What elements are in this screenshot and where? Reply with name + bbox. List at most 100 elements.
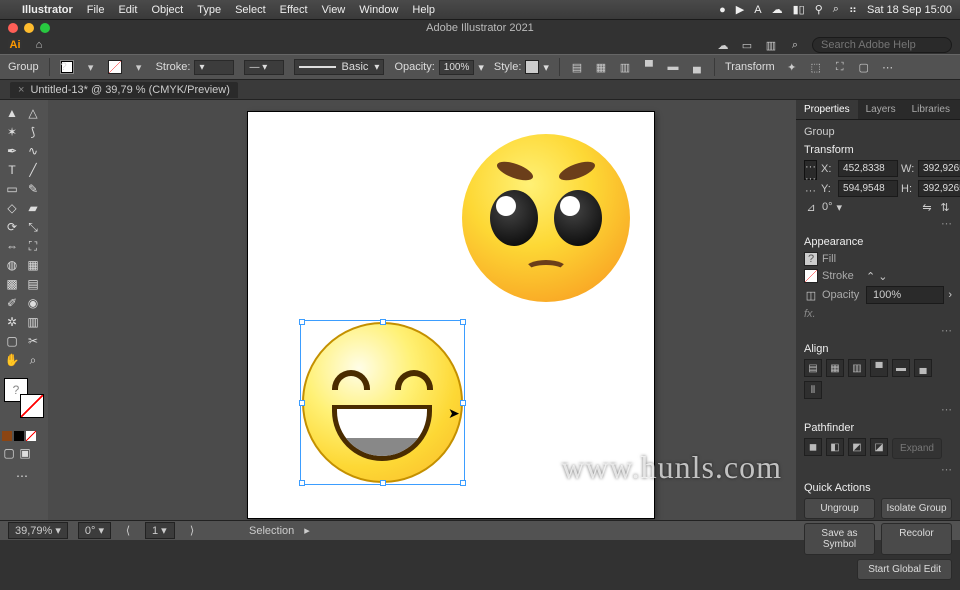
selection-tool-icon[interactable]: ▲ bbox=[2, 104, 22, 122]
lasso-tool-icon[interactable]: ⟆ bbox=[23, 123, 43, 141]
rectangle-tool-icon[interactable]: ▭ bbox=[2, 180, 22, 198]
selected-group[interactable] bbox=[302, 322, 463, 483]
clock[interactable]: Sat 18 Sep 15:00 bbox=[867, 4, 952, 16]
align-bottom-icon[interactable]: ▄ bbox=[690, 60, 704, 74]
fill-stroke-control[interactable]: ? bbox=[4, 378, 44, 418]
app-ai-icon[interactable]: Ai bbox=[8, 38, 22, 52]
ungroup-button[interactable]: Ungroup bbox=[804, 498, 875, 519]
distribute-btn[interactable]: ⫴ bbox=[804, 381, 822, 399]
transform-h-input[interactable] bbox=[918, 180, 960, 197]
flip-h-icon[interactable]: ⇋ bbox=[920, 200, 934, 214]
view-angle[interactable]: 0° ▾ bbox=[78, 522, 111, 539]
crop-icon[interactable]: ▢ bbox=[857, 60, 871, 74]
isolate-group-button[interactable]: Isolate Group bbox=[881, 498, 952, 519]
transform-x-input[interactable] bbox=[838, 160, 898, 177]
type-tool-icon[interactable]: T bbox=[2, 161, 22, 179]
pathfinder-more-icon[interactable]: ⋯ bbox=[804, 463, 952, 476]
pleading-face-emoji[interactable] bbox=[462, 134, 630, 302]
eraser-tool-icon[interactable]: ▰ bbox=[23, 199, 43, 217]
edit-contents-icon[interactable]: ⛶ bbox=[833, 60, 847, 74]
home-icon[interactable]: ⌂ bbox=[32, 38, 46, 52]
align-hcenter-icon[interactable]: ▦ bbox=[594, 60, 608, 74]
align-right-btn[interactable]: ▥ bbox=[848, 359, 866, 377]
align-more-icon[interactable]: ⋯ bbox=[804, 403, 952, 416]
canvas[interactable]: ➤ www.hunls.com bbox=[48, 100, 796, 520]
menu-select[interactable]: Select bbox=[235, 4, 266, 16]
app-menu[interactable]: Illustrator bbox=[22, 4, 73, 16]
brush-definition[interactable]: Basic ▾ bbox=[294, 59, 384, 75]
align-top-icon[interactable]: ▀ bbox=[642, 60, 656, 74]
magnify-icon[interactable]: ⌕ bbox=[788, 38, 802, 52]
share-icon[interactable]: ☁ bbox=[716, 38, 730, 52]
align-top-btn[interactable]: ▀ bbox=[870, 359, 888, 377]
align-right-icon[interactable]: ▥ bbox=[618, 60, 632, 74]
var-width-profile[interactable]: — ▾ bbox=[244, 60, 284, 75]
record-icon[interactable]: ● bbox=[719, 4, 726, 16]
handle-se[interactable] bbox=[460, 480, 466, 486]
reference-point-icon[interactable]: ········· bbox=[804, 160, 817, 180]
search-help-input[interactable] bbox=[812, 37, 952, 53]
stroke-dropdown-icon[interactable]: ▾ bbox=[132, 60, 146, 74]
align-vcenter-btn[interactable]: ▬ bbox=[892, 359, 910, 377]
fx-row[interactable]: fx. bbox=[804, 308, 952, 320]
rotate-input[interactable]: 0° bbox=[822, 201, 833, 213]
curvature-tool-icon[interactable]: ∿ bbox=[23, 142, 43, 160]
shaper-tool-icon[interactable]: ◇ bbox=[2, 199, 22, 217]
shape-builder-icon[interactable]: ✦ bbox=[785, 60, 799, 74]
exclude-icon[interactable]: ◪ bbox=[870, 438, 888, 456]
expand-button[interactable]: Expand bbox=[892, 438, 942, 459]
handle-ne[interactable] bbox=[460, 319, 466, 325]
handle-e[interactable] bbox=[460, 400, 466, 406]
align-bottom-btn[interactable]: ▄ bbox=[914, 359, 932, 377]
direct-selection-tool-icon[interactable]: △ bbox=[23, 104, 43, 122]
screen-mode-row[interactable]: ▢ ▣ bbox=[2, 446, 32, 460]
graphic-style-swatch[interactable] bbox=[525, 60, 539, 74]
opacity-input[interactable]: 100% bbox=[439, 60, 475, 75]
arrange-icon[interactable]: ▥ bbox=[764, 38, 778, 52]
paintbrush-tool-icon[interactable]: ✎ bbox=[23, 180, 43, 198]
search-icon[interactable]: ⌕ bbox=[833, 3, 839, 16]
menu-type[interactable]: Type bbox=[197, 4, 221, 16]
maximize-window-icon[interactable] bbox=[40, 23, 50, 33]
align-left-btn[interactable]: ▤ bbox=[804, 359, 822, 377]
opacity-value-panel[interactable]: 100% bbox=[866, 286, 944, 304]
handle-n[interactable] bbox=[380, 319, 386, 325]
play-icon[interactable]: ▶ bbox=[736, 3, 744, 16]
artboard-nav-next-icon[interactable]: ⟩ bbox=[185, 524, 199, 538]
rotate-tool-icon[interactable]: ⟳ bbox=[2, 218, 22, 236]
menu-edit[interactable]: Edit bbox=[118, 4, 137, 16]
minimize-window-icon[interactable] bbox=[24, 23, 34, 33]
more-icon[interactable]: ⋯ bbox=[881, 60, 895, 74]
macos-menubar[interactable]: Illustrator File Edit Object Type Select… bbox=[0, 0, 960, 20]
align-vcenter-icon[interactable]: ▬ bbox=[666, 60, 680, 74]
tab-properties[interactable]: Properties bbox=[796, 100, 858, 119]
tab-libraries[interactable]: Libraries bbox=[904, 100, 958, 119]
artboard-tool-icon[interactable]: ▢ bbox=[2, 332, 22, 350]
text-a-icon[interactable]: A bbox=[754, 4, 761, 16]
transform-label[interactable]: Transform bbox=[725, 61, 775, 73]
close-tab-icon[interactable]: × bbox=[18, 84, 24, 96]
hand-tool-icon[interactable]: ✋ bbox=[2, 351, 22, 369]
scale-tool-icon[interactable]: ⤡ bbox=[23, 218, 43, 236]
menu-view[interactable]: View bbox=[322, 4, 346, 16]
fill-swatch-panel[interactable]: ? bbox=[804, 252, 818, 266]
gradient-tool-icon[interactable]: ▤ bbox=[23, 275, 43, 293]
zoom-tool-icon[interactable]: ⌕ bbox=[23, 351, 43, 369]
menu-object[interactable]: Object bbox=[151, 4, 183, 16]
document-icon[interactable]: ▭ bbox=[740, 38, 754, 52]
eyedropper-tool-icon[interactable]: ✐ bbox=[2, 294, 22, 312]
recolor-button[interactable]: Recolor bbox=[881, 523, 952, 555]
swatch-dropdown-icon[interactable]: ▾ bbox=[84, 60, 98, 74]
stroke-swatch[interactable] bbox=[108, 60, 122, 74]
artboard[interactable] bbox=[248, 112, 654, 518]
free-transform-tool-icon[interactable]: ⛶ bbox=[23, 237, 43, 255]
close-window-icon[interactable] bbox=[8, 23, 18, 33]
menu-file[interactable]: File bbox=[87, 4, 105, 16]
intersect-icon[interactable]: ◩ bbox=[848, 438, 866, 456]
save-symbol-button[interactable]: Save as Symbol bbox=[804, 523, 875, 555]
appearance-more-icon[interactable]: ⋯ bbox=[804, 324, 952, 337]
transform-y-input[interactable] bbox=[838, 180, 898, 197]
handle-w[interactable] bbox=[299, 400, 305, 406]
menu-window[interactable]: Window bbox=[359, 4, 398, 16]
stroke-weight-input[interactable]: ▾ bbox=[194, 60, 234, 75]
